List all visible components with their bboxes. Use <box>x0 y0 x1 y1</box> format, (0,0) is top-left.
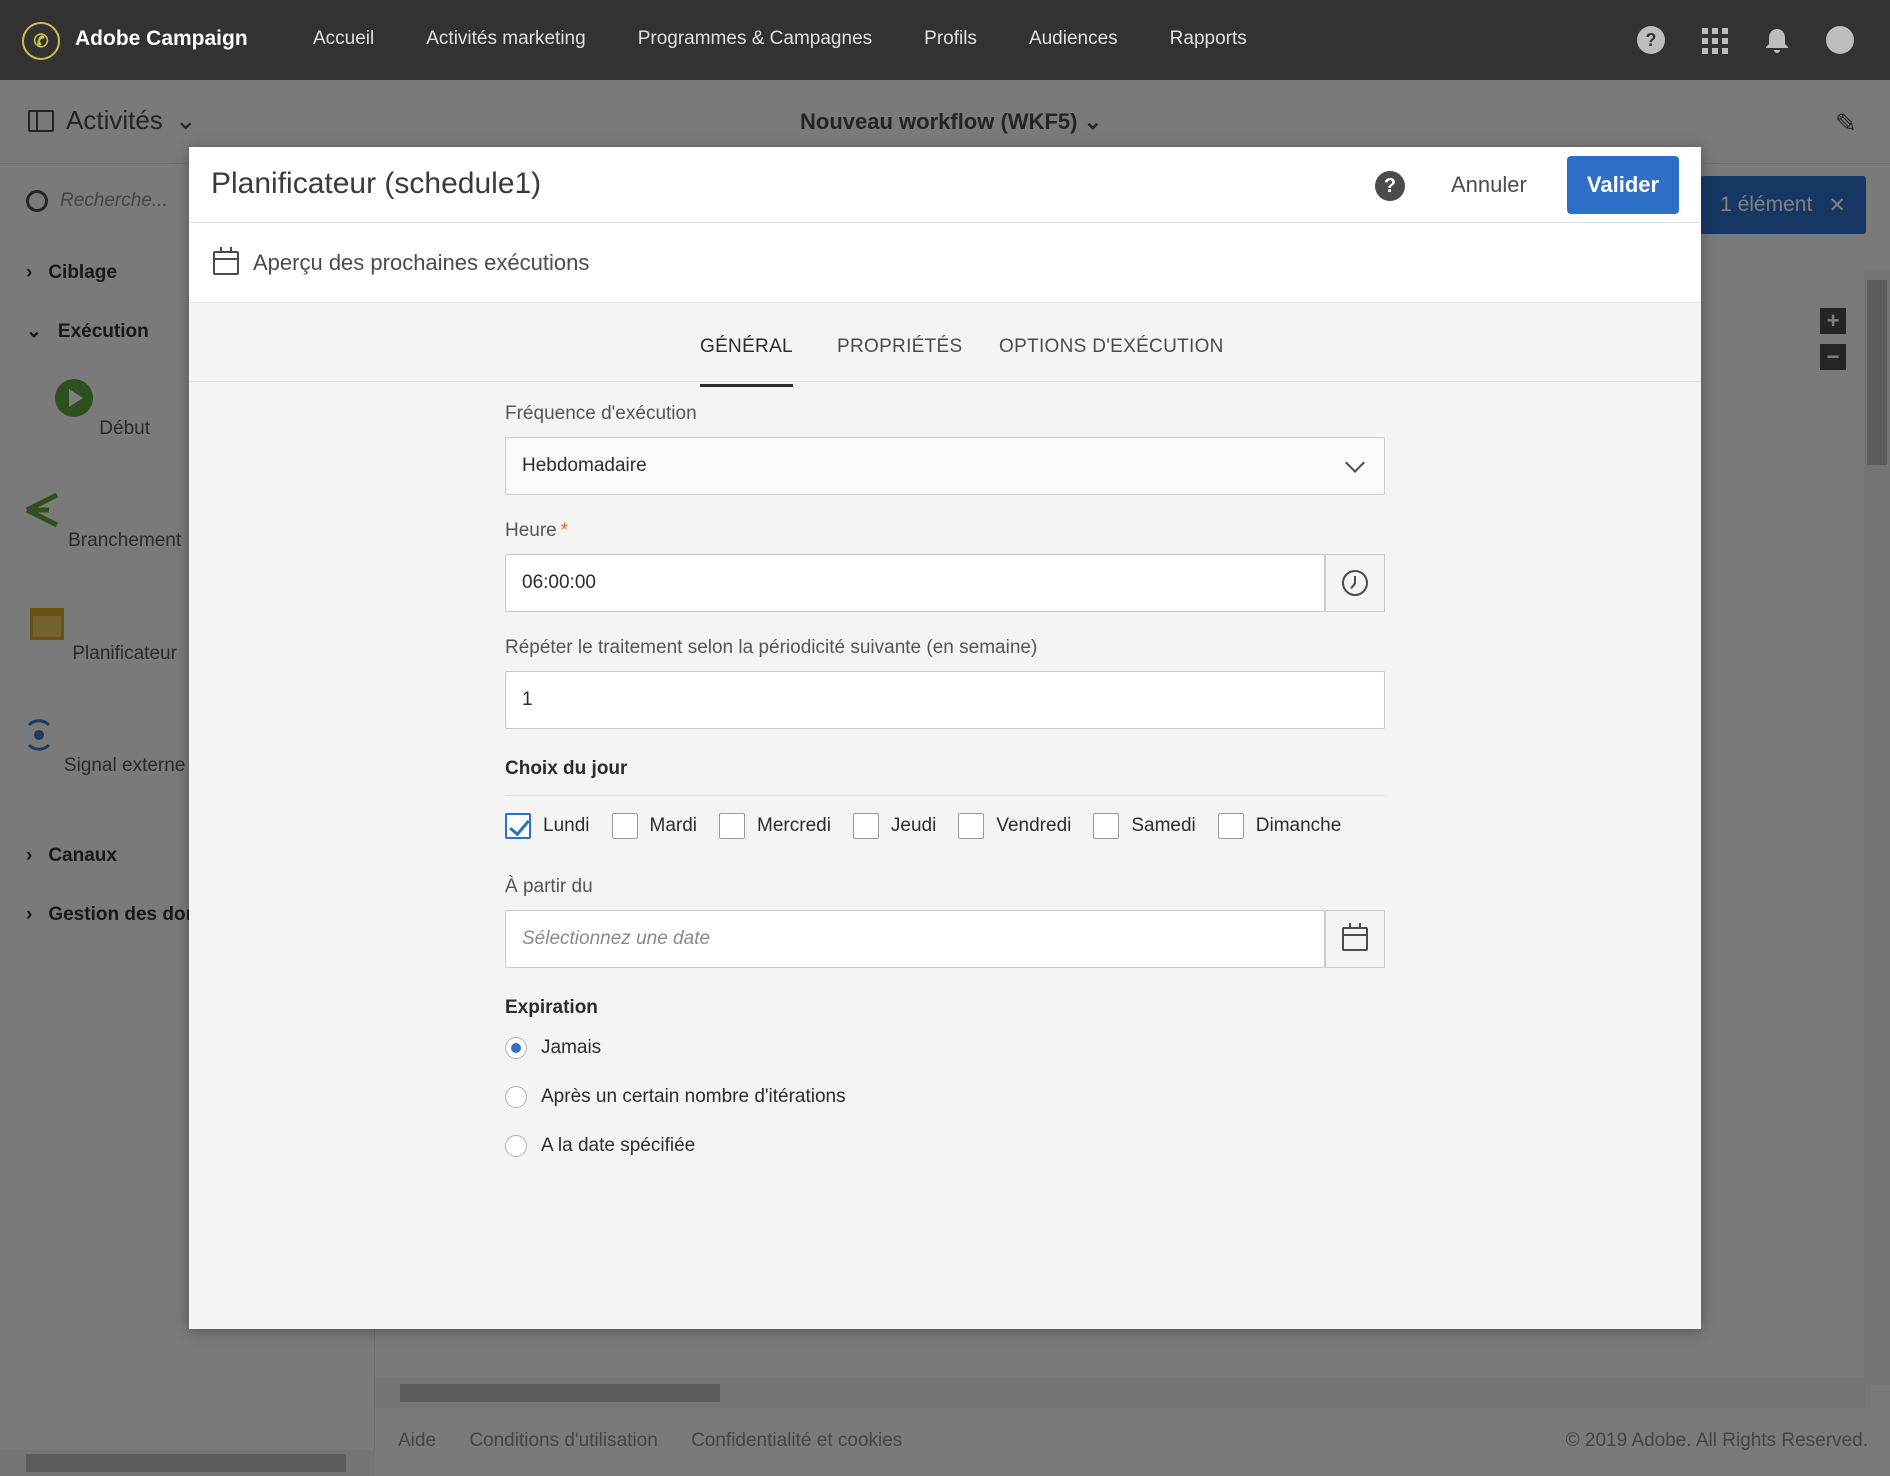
day-vendredi[interactable]: Vendredi <box>958 813 1071 839</box>
checkbox-mercredi[interactable] <box>719 813 746 839</box>
cancel-button[interactable]: Annuler <box>1437 165 1541 205</box>
brand-name[interactable]: Adobe Campaign <box>75 27 248 51</box>
user-avatar-icon[interactable] <box>1826 26 1854 54</box>
day-jeudi[interactable]: Jeudi <box>852 813 936 839</box>
clock-icon <box>1342 570 1368 596</box>
calendar-icon <box>213 246 239 275</box>
dialog-header: Planificateur (schedule1) ? Annuler Vali… <box>189 147 1701 223</box>
chevron-down-icon <box>1345 453 1365 473</box>
tab-options-execution[interactable]: OPTIONS D'EXÉCUTION <box>999 336 1224 384</box>
days-checkbox-group: Lundi Mardi Mercredi Jeudi Vendredi Same… <box>505 813 1363 839</box>
repeat-input[interactable] <box>505 671 1385 729</box>
nav-rapports[interactable]: Rapports <box>1170 28 1247 50</box>
checkbox-mardi[interactable] <box>611 813 638 839</box>
radio-iterations[interactable] <box>505 1086 527 1108</box>
day-mercredi[interactable]: Mercredi <box>719 813 831 839</box>
expiration-after-iterations[interactable]: Après un certain nombre d'itérations <box>505 1086 846 1108</box>
top-navigation-bar: ✆ Adobe Campaign Accueil Activités marke… <box>0 0 1890 80</box>
validate-button[interactable]: Valider <box>1567 156 1679 214</box>
radio-date[interactable] <box>505 1135 527 1157</box>
divider <box>505 795 1385 796</box>
start-date-label: À partir du <box>505 876 593 897</box>
day-samedi[interactable]: Samedi <box>1093 813 1196 839</box>
tab-general[interactable]: GÉNÉRAL <box>700 336 793 387</box>
expiration-at-date[interactable]: A la date spécifiée <box>505 1135 695 1157</box>
checkbox-dimanche[interactable] <box>1217 813 1244 839</box>
scheduler-dialog: Planificateur (schedule1) ? Annuler Vali… <box>189 147 1701 1329</box>
calendar-icon <box>1342 923 1368 951</box>
radio-jamais[interactable] <box>505 1037 527 1059</box>
expiration-never[interactable]: Jamais <box>505 1037 601 1059</box>
nav-audiences[interactable]: Audiences <box>1029 28 1118 50</box>
nav-profils[interactable]: Profils <box>924 28 977 50</box>
checkbox-jeudi[interactable] <box>852 813 879 839</box>
preview-label: Aperçu des prochaines exécutions <box>253 249 590 275</box>
dialog-title: Planificateur (schedule1) <box>211 167 542 200</box>
date-picker-button[interactable] <box>1325 910 1385 968</box>
days-title: Choix du jour <box>505 758 628 779</box>
help-icon[interactable]: ? <box>1375 171 1405 201</box>
frequency-label: Fréquence d'exécution <box>505 403 697 424</box>
adobe-campaign-logo-icon[interactable]: ✆ <box>22 22 60 60</box>
day-lundi[interactable]: Lundi <box>505 813 590 839</box>
checkbox-vendredi[interactable] <box>958 813 985 839</box>
notification-bell-icon[interactable] <box>1763 26 1791 54</box>
main-nav: Accueil Activités marketing Programmes &… <box>313 28 1299 50</box>
checkbox-lundi[interactable] <box>505 813 531 839</box>
dialog-tabs: GÉNÉRAL PROPRIÉTÉS OPTIONS D'EXÉCUTION <box>189 304 1701 387</box>
nav-programmes-campagnes[interactable]: Programmes & Campagnes <box>638 28 872 50</box>
day-dimanche[interactable]: Dimanche <box>1217 813 1341 839</box>
checkbox-samedi[interactable] <box>1093 813 1120 839</box>
nav-activites-marketing[interactable]: Activités marketing <box>426 28 585 50</box>
nav-accueil[interactable]: Accueil <box>313 28 374 50</box>
start-date-input[interactable]: Sélectionnez une date <box>505 910 1325 968</box>
expiration-title: Expiration <box>505 997 598 1018</box>
next-executions-preview[interactable]: Aperçu des prochaines exécutions <box>189 223 1701 303</box>
day-mardi[interactable]: Mardi <box>611 813 697 839</box>
frequency-select[interactable]: Hebdomadaire <box>505 437 1385 495</box>
time-input[interactable] <box>505 554 1325 612</box>
tab-proprietes[interactable]: PROPRIÉTÉS <box>837 336 962 384</box>
repeat-label: Répéter le traitement selon la périodici… <box>505 637 1038 658</box>
apps-grid-icon[interactable] <box>1700 26 1728 54</box>
time-picker-button[interactable] <box>1325 554 1385 612</box>
time-label: Heure * <box>505 520 569 541</box>
help-icon[interactable]: ? <box>1637 26 1665 54</box>
